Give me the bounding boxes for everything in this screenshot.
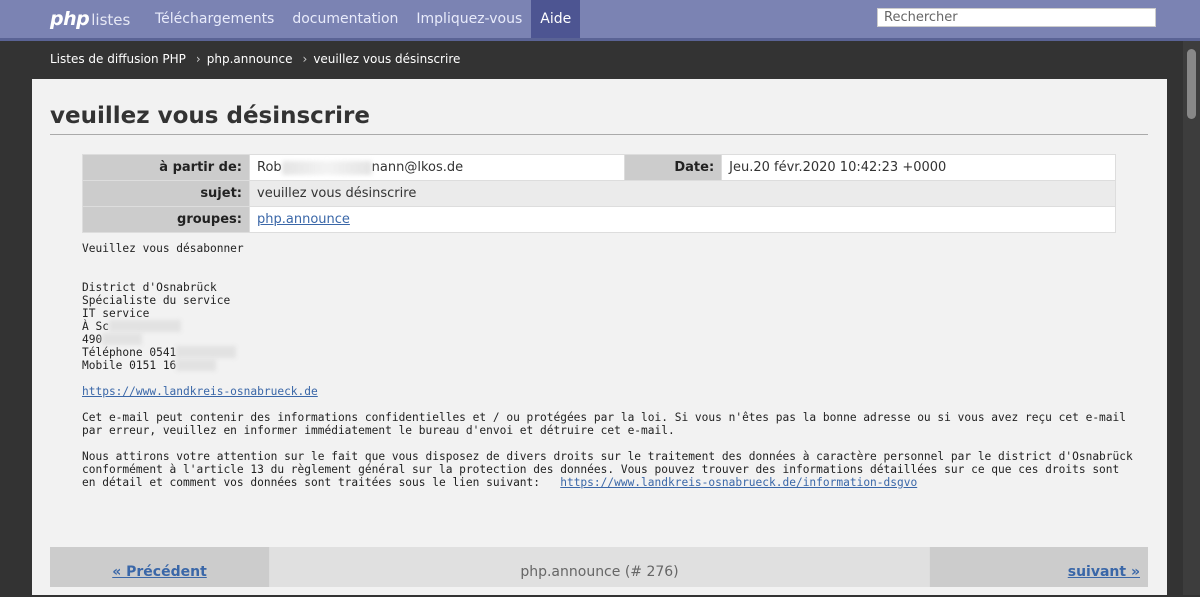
groups-link[interactable]: php.announce bbox=[257, 212, 350, 227]
search-input[interactable] bbox=[877, 8, 1156, 27]
from-label: à partir de: bbox=[82, 154, 250, 181]
body-greeting: Veuillez vous désabonner bbox=[82, 242, 244, 255]
signature-line: Mobile 0151 16 bbox=[82, 359, 177, 372]
scrollbar-thumb[interactable] bbox=[1187, 49, 1196, 119]
from-suffix: nann@lkos.de bbox=[371, 160, 464, 175]
signature-line: 490 bbox=[82, 333, 103, 346]
message-header-table: à partir de: Rob nann@lkos.de Date: Jeu.2… bbox=[82, 154, 1116, 233]
redacted-blur bbox=[176, 346, 237, 358]
website-link[interactable]: https://www.landkreis-osnabrueck.de bbox=[82, 385, 318, 398]
date-value: Jeu.20 févr.2020 10:42:23 +0000 bbox=[721, 154, 1116, 181]
logo-php: php bbox=[50, 8, 90, 30]
nav-link-help[interactable]: Aide bbox=[531, 0, 581, 38]
signature-line: Spécialiste du service bbox=[82, 294, 231, 307]
logo-listes: listes bbox=[91, 11, 131, 29]
redacted-blur bbox=[108, 320, 181, 332]
top-navigation-bar: php listes Téléchargements documentation … bbox=[0, 0, 1200, 41]
signature-line: Téléphone 0541 bbox=[82, 346, 177, 359]
nav-link-get-involved[interactable]: Impliquez-vous bbox=[407, 0, 531, 38]
breadcrumb-item-lists[interactable]: Listes de diffusion PHP bbox=[50, 52, 186, 66]
php-lists-logo[interactable]: php listes bbox=[50, 8, 130, 30]
redacted-blur bbox=[281, 160, 372, 175]
nav-link-documentation[interactable]: documentation bbox=[283, 0, 407, 38]
breadcrumb-separator: › bbox=[302, 52, 308, 66]
next-link[interactable]: suivant » bbox=[1068, 564, 1140, 580]
breadcrumb: Listes de diffusion PHP › php.announce ›… bbox=[50, 52, 470, 66]
date-label: Date: bbox=[624, 154, 723, 181]
signature-line: District d'Osnabrück bbox=[82, 281, 217, 294]
breadcrumb-separator: › bbox=[195, 52, 201, 66]
signature-line: À Sc bbox=[82, 320, 109, 333]
redacted-blur bbox=[176, 359, 217, 371]
breadcrumb-item-group[interactable]: php.announce bbox=[207, 52, 293, 66]
groups-label: groupes: bbox=[82, 206, 250, 233]
next-cell: suivant » bbox=[930, 547, 1148, 587]
vertical-scrollbar[interactable] bbox=[1183, 41, 1200, 595]
from-value: Rob nann@lkos.de bbox=[248, 154, 626, 181]
previous-cell: « Précédent bbox=[50, 547, 269, 587]
subject-label: sujet: bbox=[82, 180, 250, 207]
nav-link-downloads[interactable]: Téléchargements bbox=[146, 0, 283, 38]
from-prefix: Rob bbox=[257, 160, 282, 175]
message-pager: « Précédent php.announce (# 276) suivant… bbox=[50, 547, 1148, 587]
confidentiality-paragraph: Cet e-mail peut contenir des information… bbox=[82, 411, 1126, 437]
redacted-blur bbox=[102, 333, 143, 345]
nav-links: Téléchargements documentation Impliquez-… bbox=[146, 0, 581, 38]
message-body: Veuillez vous désabonner District d'Osna… bbox=[82, 242, 1133, 489]
groups-value: php.announce bbox=[249, 206, 1116, 233]
dsgvo-link[interactable]: https://www.landkreis-osnabrueck.de/info… bbox=[560, 476, 917, 489]
message-card: veuillez vous désinscrire à partir de: R… bbox=[32, 79, 1167, 595]
signature-line: IT service bbox=[82, 307, 150, 320]
breadcrumb-item-current: veuillez vous désinscrire bbox=[313, 52, 461, 66]
page-title: veuillez vous désinscrire bbox=[50, 103, 1148, 135]
previous-link[interactable]: « Précédent bbox=[112, 564, 207, 580]
subject-value: veuillez vous désinscrire bbox=[249, 180, 1116, 207]
pager-group-label: php.announce (# 276) bbox=[269, 547, 930, 587]
